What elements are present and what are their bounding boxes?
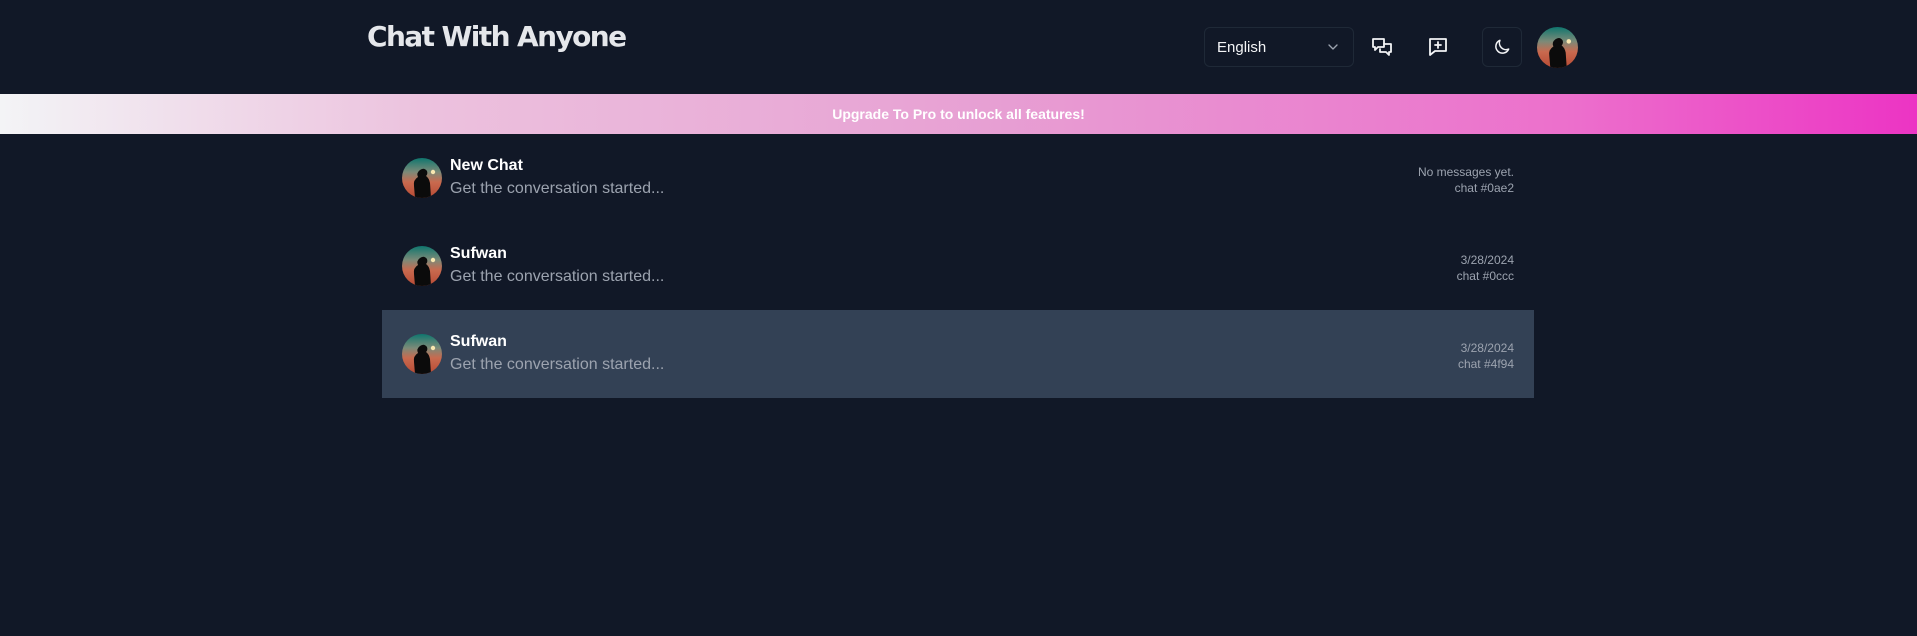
chats-icon bbox=[1372, 38, 1392, 56]
chevron-down-icon bbox=[1328, 44, 1338, 50]
chat-id: chat #4f94 bbox=[1457, 357, 1514, 371]
avatar bbox=[402, 246, 442, 286]
chat-name: Sufwan bbox=[450, 333, 507, 350]
chat-list-item[interactable]: New Chat Get the conversation started...… bbox=[382, 134, 1534, 222]
language-selected: English bbox=[1217, 38, 1267, 56]
chat-name: Sufwan bbox=[450, 245, 507, 262]
chat-date: 3/28/2024 bbox=[1460, 253, 1514, 267]
chats-button[interactable] bbox=[1362, 27, 1402, 67]
message-plus-icon bbox=[1429, 38, 1447, 56]
upgrade-banner[interactable]: Upgrade To Pro to unlock all features! bbox=[0, 94, 1917, 134]
chat-date: 3/28/2024 bbox=[1460, 341, 1514, 355]
chat-list-item[interactable]: Sufwan Get the conversation started... 3… bbox=[382, 222, 1534, 310]
user-avatar[interactable] bbox=[1537, 27, 1578, 68]
chat-name: New Chat bbox=[450, 157, 523, 174]
app-logo[interactable]: Chat With Anyone bbox=[367, 20, 627, 53]
chat-preview: Get the conversation started... bbox=[450, 356, 665, 373]
moon-icon bbox=[1495, 39, 1510, 54]
chat-preview: Get the conversation started... bbox=[450, 268, 665, 285]
avatar bbox=[402, 334, 442, 374]
chat-list: New Chat Get the conversation started...… bbox=[382, 134, 1534, 398]
chat-list-item-active[interactable]: Sufwan Get the conversation started... 3… bbox=[382, 310, 1534, 398]
theme-toggle-button[interactable] bbox=[1482, 27, 1522, 67]
chat-id: chat #0ccc bbox=[1456, 269, 1514, 283]
chat-id: chat #0ae2 bbox=[1454, 181, 1514, 195]
chat-date: No messages yet. bbox=[1417, 165, 1514, 179]
new-chat-button[interactable] bbox=[1418, 27, 1458, 67]
upgrade-banner-text: Upgrade To Pro to unlock all features! bbox=[832, 106, 1085, 122]
header: Chat With Anyone English bbox=[0, 0, 1917, 94]
avatar bbox=[402, 158, 442, 198]
chat-preview: Get the conversation started... bbox=[450, 180, 665, 197]
language-select[interactable]: English bbox=[1204, 27, 1354, 67]
